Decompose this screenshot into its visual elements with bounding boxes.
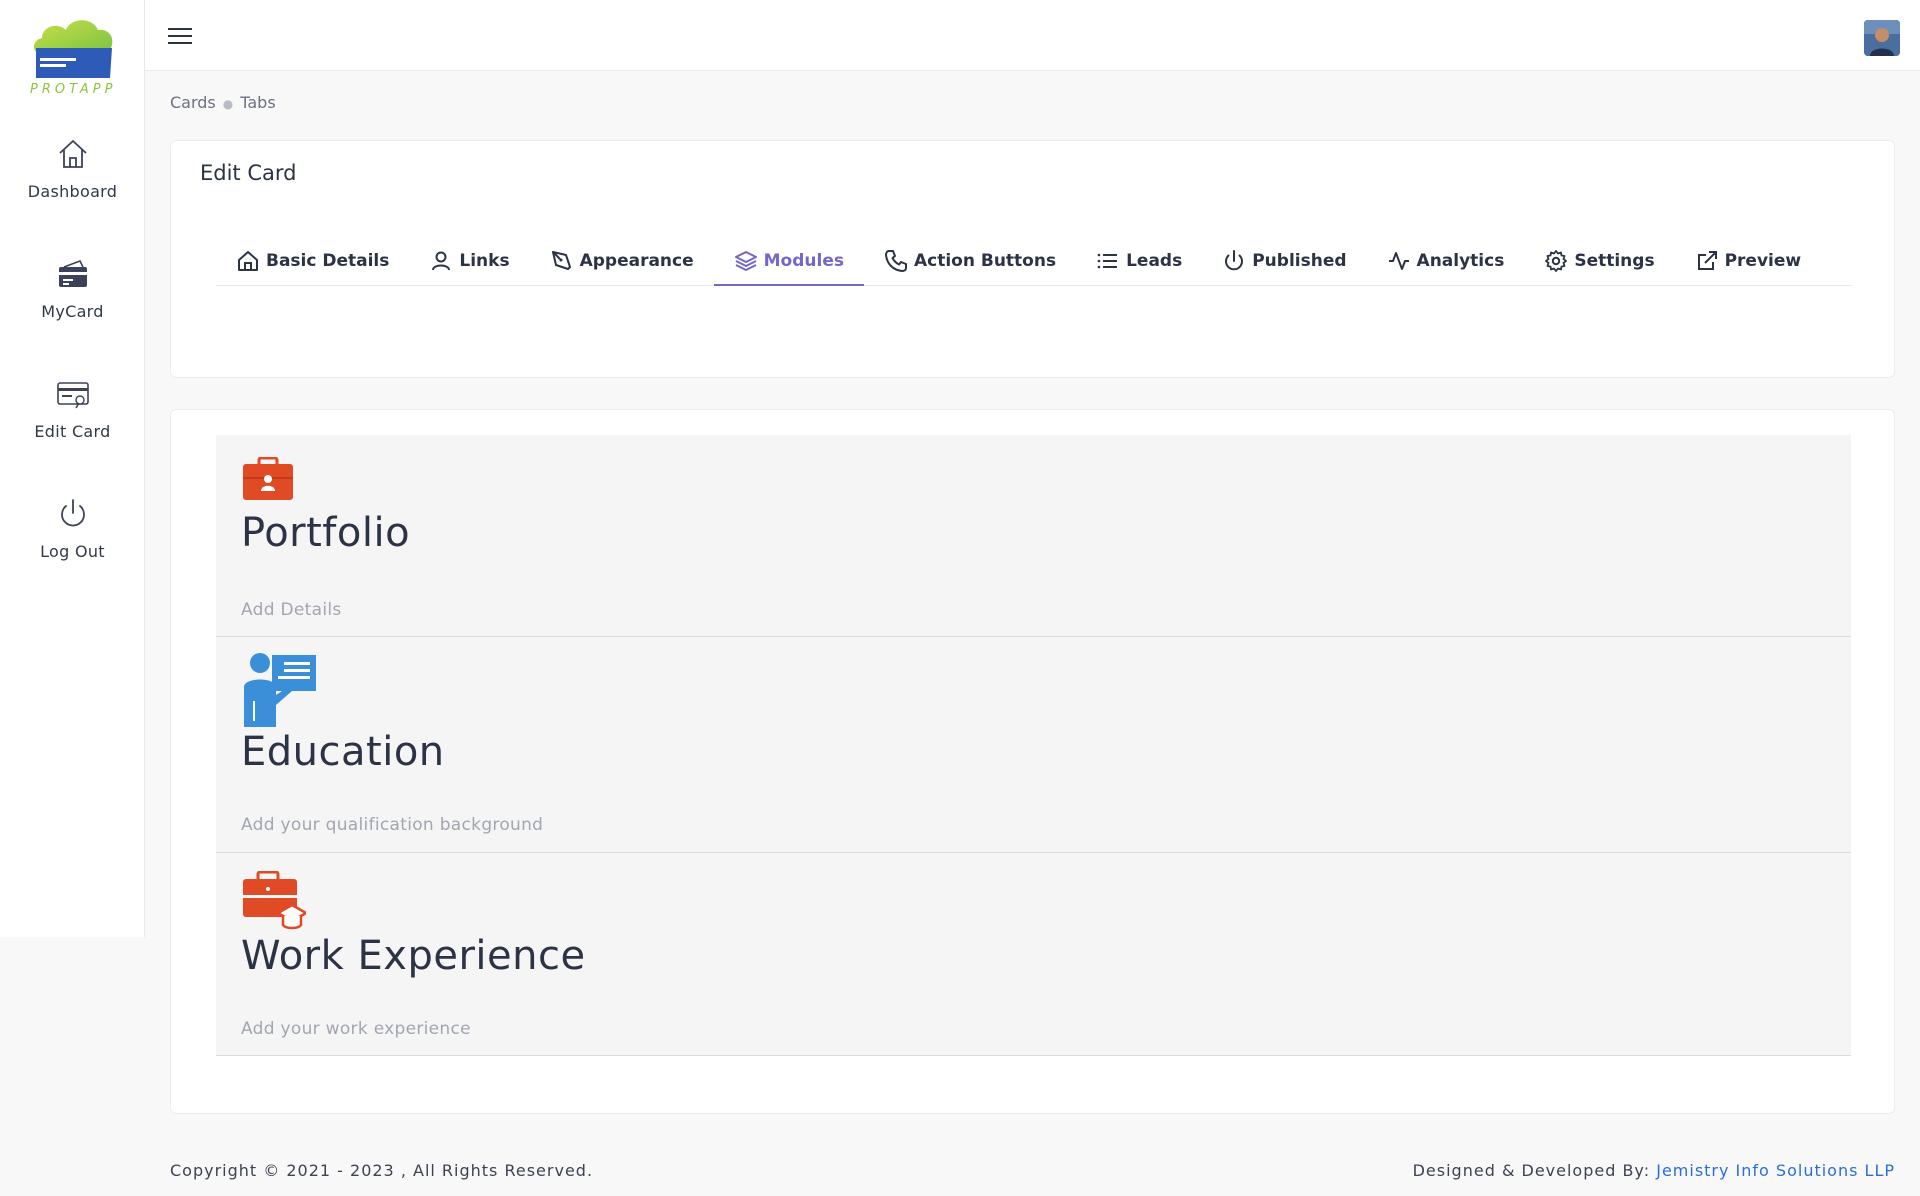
pen-icon [551, 250, 571, 270]
user-icon [432, 251, 451, 270]
tab-bar: Basic Details Links Appearance Modules A… [216, 236, 1852, 286]
sidebar-item-dashboard[interactable]: Dashboard [0, 136, 145, 216]
tab-action-buttons[interactable]: Action Buttons [864, 236, 1076, 285]
tab-label: Basic Details [266, 250, 390, 271]
tab-label: Modules [763, 250, 844, 271]
portfolio-briefcase-icon [243, 457, 293, 500]
tab-label: Leads [1126, 250, 1183, 271]
tab-leads[interactable]: Leads [1076, 236, 1202, 285]
tab-modules[interactable]: Modules [713, 236, 865, 286]
list-icon [1097, 253, 1118, 268]
module-subtitle: Add your work experience [241, 1019, 471, 1039]
sidebar-item-log-out[interactable]: Log Out [0, 496, 145, 576]
module-education[interactable]: Education Add your qualification backgro… [216, 637, 1851, 853]
tab-preview[interactable]: Preview [1675, 236, 1822, 285]
tab-published[interactable]: Published [1202, 236, 1366, 285]
module-work-experience[interactable]: Work Experience Add your work experience [216, 853, 1851, 1056]
tab-label: Preview [1724, 250, 1802, 271]
gear-icon [1545, 249, 1568, 272]
sidebar-item-label: Log Out [40, 542, 105, 561]
teacher-board-icon [244, 653, 316, 727]
avatar[interactable] [1864, 20, 1900, 56]
home-icon [238, 250, 258, 271]
tab-label: Action Buttons [913, 250, 1057, 271]
tab-analytics[interactable]: Analytics [1367, 236, 1525, 285]
sidebar-item-label: Edit Card [34, 422, 111, 441]
breadcrumb: Cards ● Tabs [170, 93, 276, 112]
footer-credit-link[interactable]: Jemistry Info Solutions LLP [1656, 1161, 1895, 1180]
phone-icon [884, 249, 907, 272]
tab-label: Published [1252, 250, 1347, 271]
home-icon [58, 140, 87, 168]
modules-panel: Portfolio Add Details Education Add your… [170, 409, 1895, 1114]
user-avatar-image [1864, 20, 1900, 56]
edit-card-panel: Edit Card Basic Details Links Appearance… [170, 140, 1895, 378]
tab-appearance[interactable]: Appearance [530, 236, 714, 285]
layers-icon [734, 250, 757, 271]
logo-graphic [33, 20, 113, 78]
tab-links[interactable]: Links [409, 236, 529, 285]
module-title: Work Experience [241, 933, 586, 979]
sidebar-item-mycard[interactable]: MyCard [0, 256, 145, 336]
sidebar-item-edit-card[interactable]: Edit Card [0, 376, 145, 456]
footer-credit-prefix: Designed & Developed By: [1412, 1161, 1657, 1180]
module-title: Education [241, 729, 445, 775]
sidebar-item-label: Dashboard [27, 182, 118, 201]
module-subtitle: Add Details [241, 600, 342, 620]
tab-label: Settings [1574, 250, 1655, 271]
external-link-icon [1697, 250, 1717, 270]
breadcrumb-separator: ● [222, 97, 234, 111]
topbar [145, 0, 1920, 71]
sidebar-item-label: MyCard [41, 302, 104, 321]
tab-settings[interactable]: Settings [1524, 236, 1674, 285]
footer-copyright: Copyright © 2021 - 2023 , All Rights Res… [170, 1161, 594, 1180]
card-icon [58, 259, 87, 287]
tab-label: Appearance [579, 250, 694, 271]
tab-basic-details[interactable]: Basic Details [216, 236, 409, 285]
footer-credit: Designed & Developed By: Jemistry Info S… [1413, 1161, 1895, 1180]
module-portfolio[interactable]: Portfolio Add Details [216, 435, 1851, 637]
module-subtitle: Add your qualification background [241, 815, 544, 835]
briefcase-graduation-icon [243, 871, 306, 930]
tab-label: Analytics [1416, 250, 1505, 271]
breadcrumb-item-tabs[interactable]: Tabs [240, 93, 275, 112]
logo-text: PROTAPP [30, 82, 117, 97]
activity-icon [1388, 251, 1409, 270]
hamburger-icon[interactable] [167, 26, 193, 46]
module-title: Portfolio [241, 510, 411, 556]
page-title: Edit Card [200, 161, 297, 185]
sidebar: PROTAPP Dashboard MyCard Edit Card Log O… [0, 0, 145, 937]
protapp-logo[interactable]: PROTAPP [30, 16, 116, 102]
power-icon [60, 499, 85, 527]
tab-label: Links [459, 250, 510, 271]
power-icon [1225, 249, 1244, 270]
edit-card-icon [56, 382, 89, 409]
breadcrumb-item-cards[interactable]: Cards [170, 93, 216, 112]
